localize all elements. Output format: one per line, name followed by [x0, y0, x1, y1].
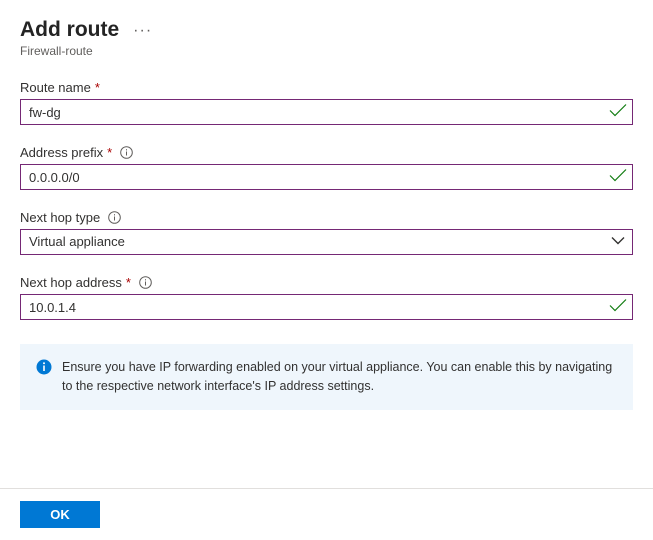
info-banner-text: Ensure you have IP forwarding enabled on… — [62, 358, 617, 396]
next-hop-type-label: Next hop type — [20, 210, 633, 225]
address-prefix-label: Address prefix * — [20, 145, 633, 160]
ok-button[interactable]: OK — [20, 501, 100, 528]
subtitle: Firewall-route — [20, 44, 633, 58]
address-prefix-label-text: Address prefix — [20, 145, 103, 160]
field-next-hop-address: Next hop address * — [20, 275, 633, 320]
field-address-prefix: Address prefix * — [20, 145, 633, 190]
next-hop-type-select[interactable]: Virtual appliance — [20, 229, 633, 255]
info-circle-icon — [36, 359, 52, 378]
page-title: Add route — [20, 18, 119, 42]
route-name-label-text: Route name — [20, 80, 91, 95]
info-icon[interactable] — [139, 276, 152, 289]
route-name-label: Route name * — [20, 80, 633, 95]
info-banner: Ensure you have IP forwarding enabled on… — [20, 344, 633, 410]
next-hop-type-value: Virtual appliance — [29, 234, 125, 249]
footer: OK — [0, 488, 653, 540]
next-hop-address-label: Next hop address * — [20, 275, 633, 290]
required-asterisk: * — [107, 145, 112, 160]
next-hop-address-input[interactable] — [20, 294, 633, 320]
route-name-input[interactable] — [20, 99, 633, 125]
info-icon[interactable] — [120, 146, 133, 159]
next-hop-address-label-text: Next hop address — [20, 275, 122, 290]
required-asterisk: * — [95, 80, 100, 95]
required-asterisk: * — [126, 275, 131, 290]
address-prefix-input[interactable] — [20, 164, 633, 190]
more-icon[interactable]: ··· — [129, 20, 156, 42]
next-hop-type-label-text: Next hop type — [20, 210, 100, 225]
field-next-hop-type: Next hop type Virtual appliance — [20, 210, 633, 255]
field-route-name: Route name * — [20, 80, 633, 125]
info-icon[interactable] — [108, 211, 121, 224]
